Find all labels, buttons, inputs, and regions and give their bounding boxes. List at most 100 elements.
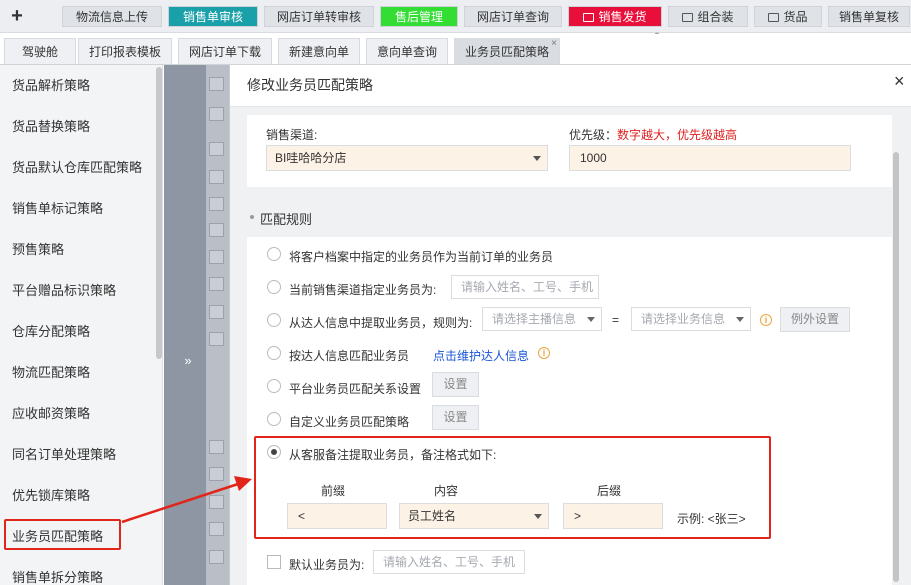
shipping-icon xyxy=(583,13,595,22)
toolbar-button-logistics-upload[interactable]: 物流信息上传 xyxy=(62,6,162,27)
list-item xyxy=(209,305,224,319)
close-icon[interactable]: × xyxy=(894,71,905,92)
channel-label: 销售渠道: xyxy=(266,128,318,142)
section-bullet xyxy=(250,215,254,219)
sidebar-item-gift-mark[interactable]: 平台赠品标识策略 xyxy=(0,270,155,311)
list-item xyxy=(209,170,224,184)
list-item xyxy=(209,550,224,564)
toolbar-button-order-query[interactable]: 网店订单查询 xyxy=(464,6,562,27)
toolbar-button-shipping[interactable]: 销售发货 xyxy=(568,6,662,27)
platform-relation-settings-button[interactable]: 设置 xyxy=(432,372,479,397)
tab-order-download[interactable]: 网店订单下载 xyxy=(178,38,272,64)
list-item xyxy=(209,223,224,237)
toolbar-button-label: 货品 xyxy=(783,10,808,24)
annotation-arrow xyxy=(121,476,252,524)
anchor-info-select[interactable]: 请选择主播信息 xyxy=(482,307,602,331)
info-icon[interactable]: i xyxy=(538,347,550,359)
tab-salesman-match-strategy[interactable]: 业务员匹配策略 × xyxy=(454,38,560,64)
list-item xyxy=(209,277,224,291)
default-salesman-checkbox[interactable] xyxy=(267,555,281,569)
tab-label: 网店订单下载 xyxy=(188,45,261,59)
toolbar-button-after-sales[interactable]: 售后管理 xyxy=(380,6,458,27)
close-icon[interactable]: × xyxy=(551,31,557,57)
anchor-info-select-value: 请选择主播信息 xyxy=(492,312,577,326)
default-salesman-label: 默认业务员为: xyxy=(289,558,365,572)
sidebar-item-goods-parse[interactable]: 货品解析策略 xyxy=(0,65,155,106)
toolbar-button-sales-audit[interactable]: 销售单审核 xyxy=(168,6,258,27)
channel-salesman-input[interactable]: 请输入姓名、工号、手机 xyxy=(451,275,599,299)
toolbar-button-label: 物流信息上传 xyxy=(75,10,148,24)
tab-label: 打印报表模板 xyxy=(88,45,161,59)
sidebar-item-warehouse-assign[interactable]: 仓库分配策略 xyxy=(0,311,155,352)
rule-label: 平台业务员匹配关系设置 xyxy=(289,382,422,396)
add-shortcut-button[interactable]: + xyxy=(6,4,28,28)
highlight-box-sidebar xyxy=(4,519,121,550)
business-info-select[interactable]: 请选择业务信息 xyxy=(631,307,751,331)
tab-cockpit[interactable]: 驾驶舱 xyxy=(4,38,76,64)
default-salesman-input[interactable]: 请输入姓名、工号、手机 xyxy=(373,550,525,574)
rule-label: 按达人信息匹配业务员 xyxy=(289,349,410,363)
toolbar-button-label: 销售单复核 xyxy=(838,10,899,24)
rule-radio-talent-info[interactable] xyxy=(267,313,281,327)
list-item xyxy=(209,250,224,264)
info-icon[interactable]: i xyxy=(760,314,772,326)
list-item xyxy=(209,332,224,346)
list-item xyxy=(209,142,224,156)
toolbar-button-label: 组合装 xyxy=(697,10,734,24)
sidebar-scrollbar[interactable] xyxy=(156,67,162,359)
priority-label-text: 优先级： xyxy=(569,128,618,142)
rule-label: 从达人信息中提取业务员，规则为: xyxy=(289,316,473,330)
priority-hint: 数字越大，优先级越高 xyxy=(617,128,738,142)
tab-new-intention[interactable]: 新建意向单 xyxy=(278,38,360,64)
tab-label: 意向单查询 xyxy=(376,45,437,59)
sidebar-item-same-name-order[interactable]: 同名订单处理策略 xyxy=(0,434,155,475)
rule-radio-custom-strategy[interactable] xyxy=(267,412,281,426)
tab-print-templates[interactable]: 打印报表模板 xyxy=(78,38,172,64)
priority-input[interactable]: 1000 xyxy=(569,145,851,171)
toolbar-button-combo[interactable]: 组合装 xyxy=(668,6,748,27)
highlight-box-remark-rule xyxy=(254,436,771,539)
channel-select[interactable]: BI哇哈哈分店 xyxy=(266,145,548,171)
toolbar-button-label: 售后管理 xyxy=(394,10,443,24)
tab-intention-query[interactable]: 意向单查询 xyxy=(366,38,448,64)
sidebar-item-default-warehouse[interactable]: 货品默认仓库匹配策略 xyxy=(0,147,155,188)
arrow-shaft xyxy=(121,482,239,524)
list-item xyxy=(209,440,224,454)
toolbar-button-label: 销售发货 xyxy=(598,10,647,24)
dialog-title: 修改业务员匹配策略 xyxy=(247,77,373,93)
caret-down-icon xyxy=(587,317,595,322)
dialog-scrollbar[interactable] xyxy=(893,152,899,582)
toolbar-button-sales-recheck[interactable]: 销售单复核 xyxy=(828,6,910,27)
rule-label: 当前销售渠道指定业务员为: xyxy=(289,283,437,297)
tab-label: 业务员匹配策略 xyxy=(464,45,549,59)
priority-label: 优先级：数字越大，优先级越高 xyxy=(569,126,737,143)
tab-label: 驾驶舱 xyxy=(21,45,58,59)
sidebar-item-order-split[interactable]: 销售单拆分策略 xyxy=(0,557,155,585)
list-item xyxy=(209,77,224,91)
toolbar-button-label: 网店订单查询 xyxy=(476,10,549,24)
toolbar-button-goods[interactable]: 货品 xyxy=(754,6,822,27)
sidebar-item-goods-replace[interactable]: 货品替换策略 xyxy=(0,106,155,147)
rule-radio-channel-salesman[interactable] xyxy=(267,280,281,294)
tab-label: 新建意向单 xyxy=(288,45,349,59)
toolbar-button-label: 销售单审核 xyxy=(182,10,243,24)
custom-strategy-settings-button[interactable]: 设置 xyxy=(432,405,479,430)
sidebar-item-postage[interactable]: 应收邮资策略 xyxy=(0,393,155,434)
exception-settings-button[interactable]: 例外设置 xyxy=(780,307,850,332)
toolbar-button-label: 网店订单转审核 xyxy=(276,10,361,24)
section-title: 匹配规则 xyxy=(260,212,313,227)
toolbar-button-order-to-audit[interactable]: 网店订单转审核 xyxy=(264,6,374,27)
maintain-talent-link[interactable]: 点击维护达人信息 xyxy=(433,347,529,364)
rule-radio-talent-match[interactable] xyxy=(267,346,281,360)
sidebar-item-sales-mark[interactable]: 销售单标记策略 xyxy=(0,188,155,229)
folder-icon xyxy=(682,13,694,22)
rule-label: 将客户档案中指定的业务员作为当前订单的业务员 xyxy=(289,250,554,264)
rule-radio-platform-relation[interactable] xyxy=(267,379,281,393)
sidebar-item-presale[interactable]: 预售策略 xyxy=(0,229,155,270)
rule-radio-customer-file[interactable] xyxy=(267,247,281,261)
equals-sign: = xyxy=(612,313,620,327)
expand-panel-button[interactable]: » xyxy=(176,352,200,370)
caret-down-icon xyxy=(533,156,541,161)
sidebar-item-logistics-match[interactable]: 物流匹配策略 xyxy=(0,352,155,393)
tab-bar: 驾驶舱 打印报表模板 网店订单下载 新建意向单 意向单查询 业务员匹配策略 × xyxy=(0,34,911,65)
